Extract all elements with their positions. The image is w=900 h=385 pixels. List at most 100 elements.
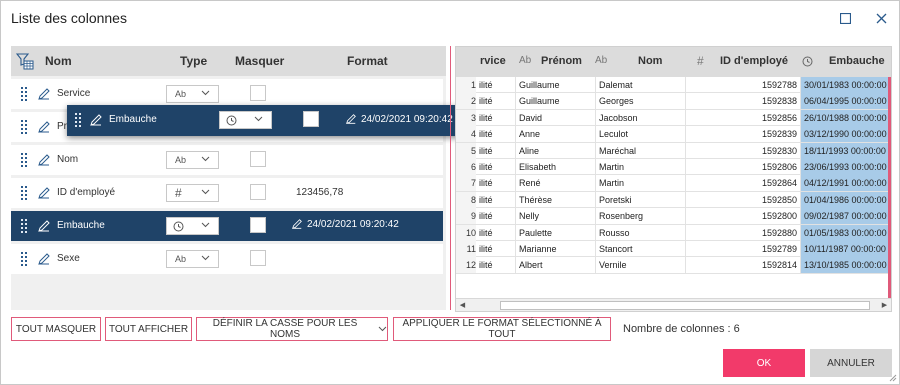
clock-type-icon xyxy=(173,221,184,232)
header-hide: Masquer xyxy=(235,54,285,68)
drag-handle-icon[interactable] xyxy=(21,186,27,200)
grid-cell: Jacobson xyxy=(596,109,686,126)
grid-cell: 01/05/1983 00:00:00 xyxy=(801,224,891,241)
grid-row-index: 1 xyxy=(456,77,476,93)
type-select[interactable]: Ab xyxy=(166,250,219,268)
type-select[interactable]: # xyxy=(166,184,219,202)
hide-checkbox[interactable] xyxy=(250,217,266,233)
grid-row[interactable]: 5 ilité Aline Maréchal 1592830 18/11/1993 00:… xyxy=(456,142,891,159)
grid-row[interactable]: 9 ilité Nelly Rosenberg 1592800 09/02/1987 00… xyxy=(456,208,891,225)
drag-handle-icon[interactable] xyxy=(21,153,27,167)
pencil-icon xyxy=(90,114,102,126)
chevron-down-icon xyxy=(201,255,210,261)
grid-row[interactable]: 12 ilité Albert Vernile 1592814 13/10/1985 00… xyxy=(456,257,891,274)
hide-checkbox[interactable] xyxy=(250,85,266,101)
grid-header-nom[interactable]: Nom xyxy=(638,55,662,67)
drag-handle-icon[interactable] xyxy=(21,87,27,101)
hide-checkbox[interactable] xyxy=(250,250,266,266)
column-name: ID d'employé xyxy=(57,187,116,198)
grid-cell: ilité xyxy=(476,109,516,126)
grid-cell: 18/11/1993 00:00:00 xyxy=(801,142,891,159)
format-editor: 24/02/2021 09:20:42 xyxy=(345,113,453,125)
dragged-column-ghost[interactable]: Embauche 24/02/2021 09:20:42 xyxy=(67,105,495,136)
hide-checkbox[interactable] xyxy=(250,151,266,167)
preview-grid: rvice Ab Prénom Ab Nom # ID d'employé Em… xyxy=(455,46,892,312)
grid-row[interactable]: 7 ilité René Martin 1592864 04/12/1991 00:00:… xyxy=(456,175,891,192)
panel-splitter[interactable] xyxy=(450,46,451,310)
grid-row[interactable]: 11 ilité Marianne Stancort 1592789 10/11/1987… xyxy=(456,241,891,258)
pencil-icon[interactable] xyxy=(37,153,51,167)
show-all-button[interactable]: TOUT AFFICHER xyxy=(105,317,192,341)
grid-row-index: 6 xyxy=(456,159,476,175)
maximize-button[interactable] xyxy=(836,9,854,27)
close-icon xyxy=(876,13,886,23)
type-select[interactable] xyxy=(166,217,219,235)
column-row-id-employe[interactable]: ID d'employé # 123456,78 xyxy=(11,178,443,208)
column-name: Embauche xyxy=(57,220,105,231)
grid-row[interactable]: 1 ilité Guillaume Dalemat 1592788 30/01/1983 … xyxy=(456,77,891,94)
grid-row[interactable]: 3 ilité David Jacobson 1592856 26/10/1988 00:… xyxy=(456,109,891,127)
drag-handle-icon[interactable] xyxy=(21,252,27,266)
resize-grip-icon[interactable] xyxy=(889,374,897,382)
grid-cell: 1592788 xyxy=(686,77,801,93)
cancel-button[interactable]: ANNULER xyxy=(810,349,892,377)
grid-header-embauche[interactable]: Embauche xyxy=(829,55,885,67)
pencil-icon[interactable] xyxy=(37,219,51,233)
column-row-nom[interactable]: Nom Ab xyxy=(11,145,443,175)
grid-cell: 1592850 xyxy=(686,191,801,208)
grid-cell: ilité xyxy=(476,142,516,159)
grid-header-prenom[interactable]: Prénom xyxy=(541,55,582,67)
type-select[interactable]: Ab xyxy=(166,151,219,169)
scroll-right-icon[interactable]: ▶ xyxy=(880,301,889,310)
ok-button[interactable]: OK xyxy=(723,349,805,377)
grid-cell: 13/10/1985 00:00:00 xyxy=(801,257,891,274)
format-editor[interactable]: 24/02/2021 09:20:42 xyxy=(291,218,399,230)
hide-checkbox xyxy=(303,111,319,127)
grid-cell: Paulette xyxy=(516,224,596,241)
pencil-icon[interactable] xyxy=(37,120,51,134)
drag-handle-icon[interactable] xyxy=(21,120,27,134)
hide-checkbox[interactable] xyxy=(250,184,266,200)
grid-header-service[interactable]: rvice xyxy=(480,55,506,67)
format-value: 24/02/2021 09:20:42 xyxy=(307,218,399,230)
grid-cell: Anne xyxy=(516,126,596,143)
grid-row[interactable]: 10 ilité Paulette Rousso 1592880 01/05/1983 0… xyxy=(456,224,891,241)
horizontal-scrollbar[interactable]: ◀ ▶ xyxy=(456,298,891,311)
scrollbar-thumb[interactable] xyxy=(500,301,870,310)
grid-row[interactable]: 2 ilité Guillaume Georges 1592838 06/04/1995 … xyxy=(456,93,891,110)
dialog-title: Liste des colonnes xyxy=(11,10,127,26)
grid-cell: Albert xyxy=(516,257,596,274)
pencil-icon[interactable] xyxy=(37,87,51,101)
grid-cell: Guillaume xyxy=(516,77,596,93)
grid-row-index: 8 xyxy=(456,191,476,208)
grid-header-id-employe[interactable]: ID d'employé xyxy=(720,55,788,67)
grid-cell: 1592838 xyxy=(686,93,801,110)
close-button[interactable] xyxy=(872,9,890,27)
apply-format-button[interactable]: APPLIQUER LE FORMAT SÉLECTIONNÉ À TOUT xyxy=(393,317,611,341)
grid-cell: René xyxy=(516,175,596,192)
case-dropdown-button[interactable]: DÉFINIR LA CASSE POUR LES NOMS xyxy=(196,317,388,341)
grid-cell: Elisabeth xyxy=(516,159,596,175)
type-select[interactable]: Ab xyxy=(166,85,219,103)
grid-row-index: 11 xyxy=(456,241,476,257)
drag-handle-icon[interactable] xyxy=(75,113,81,127)
hide-all-button[interactable]: TOUT MASQUER xyxy=(11,317,101,341)
column-name: Embauche xyxy=(109,114,157,125)
column-row-embauche[interactable]: Embauche 24/02/2021 09:20:42 xyxy=(11,211,443,241)
scroll-left-icon[interactable]: ◀ xyxy=(458,301,467,310)
grid-cell: 1592856 xyxy=(686,109,801,126)
columns-config-panel: Nom Type Masquer Format Service Ab Préno… xyxy=(11,46,446,310)
grid-cell: 1592880 xyxy=(686,224,801,241)
drag-handle-icon[interactable] xyxy=(21,219,27,233)
grid-row[interactable]: 4 ilité Anne Leculot 1592839 03/12/1990 00:00… xyxy=(456,126,891,143)
grid-cell: ilité xyxy=(476,257,516,274)
column-row-sexe[interactable]: Sexe Ab xyxy=(11,244,443,274)
grid-cell: 1592830 xyxy=(686,142,801,159)
pencil-icon[interactable] xyxy=(37,252,51,266)
filter-columns-icon[interactable] xyxy=(16,52,34,70)
grid-row[interactable]: 6 ilité Elisabeth Martin 1592806 23/06/1993 0… xyxy=(456,159,891,176)
grid-cell: Martin xyxy=(596,175,686,192)
grid-row-index: 12 xyxy=(456,257,476,274)
grid-row[interactable]: 8 ilité Thérèse Poretski 1592850 01/04/1986 0… xyxy=(456,191,891,209)
pencil-icon[interactable] xyxy=(37,186,51,200)
